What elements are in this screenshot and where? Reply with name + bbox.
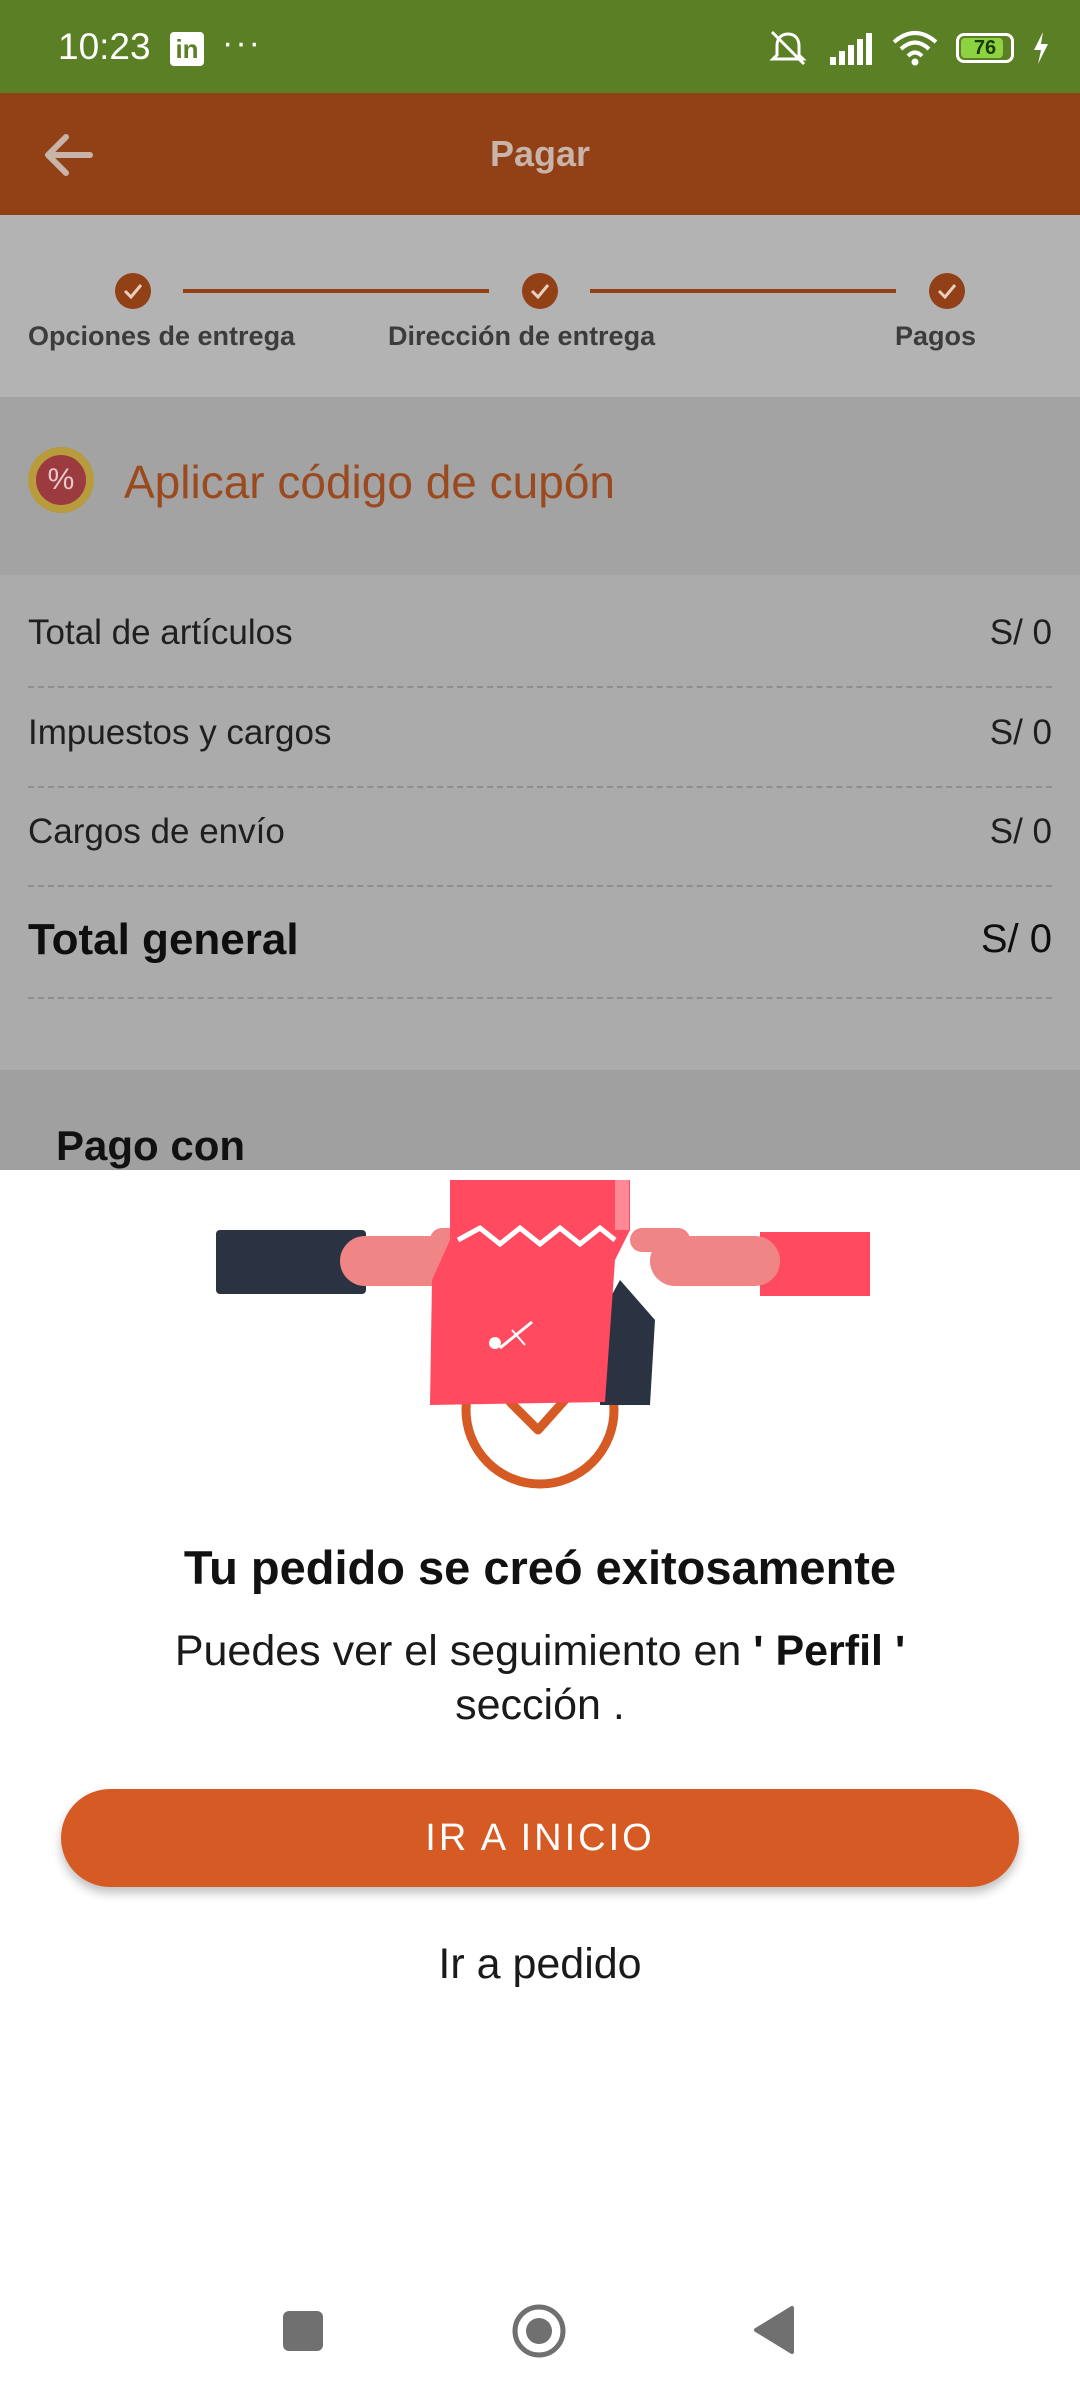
step-label-delivery-address: Dirección de entrega <box>388 321 656 351</box>
back-triangle-icon[interactable] <box>752 2304 796 2356</box>
summary-row: Cargos de envío S/ 0 <box>28 812 1052 887</box>
signal-icon <box>830 33 872 65</box>
stepper-connector <box>590 289 896 293</box>
percent-badge-icon: % <box>28 447 94 513</box>
success-title: Tu pedido se creó exitosamente <box>183 1541 897 1594</box>
recents-square-icon[interactable] <box>283 2311 323 2351</box>
app-bar: Pagar <box>0 93 1080 215</box>
step-check-icon <box>929 273 965 309</box>
apply-coupon-button[interactable]: % Aplicar código de cupón <box>0 397 1080 575</box>
message-text: Puedes ver el seguimiento en <box>174 1627 754 1675</box>
go-home-button[interactable]: IR A INICIO <box>61 1789 1019 1887</box>
grand-total-value: S/ 0 <box>980 917 1052 961</box>
status-time: 10:23 <box>58 26 151 67</box>
coupon-label: Aplicar código de cupón <box>124 456 615 508</box>
checkout-content: Opciones de entrega Dirección de entrega… <box>0 215 1080 1170</box>
summary-row: Impuestos y cargos S/ 0 <box>28 713 1052 788</box>
summary-label: Total de artículos <box>28 613 293 652</box>
summary-value: S/ 0 <box>989 613 1052 652</box>
checkout-stepper: Opciones de entrega Dirección de entrega… <box>0 215 1080 397</box>
step-label-delivery-options: Opciones de entrega <box>28 321 296 351</box>
summary-value: S/ 0 <box>989 812 1052 851</box>
charging-bolt-icon <box>1034 32 1048 64</box>
summary-value: S/ 0 <box>989 713 1052 752</box>
mute-bell-icon <box>769 30 807 66</box>
profile-highlight: ' Perfil ' <box>753 1627 906 1675</box>
grand-total-row: Total general S/ 0 <box>28 915 1052 999</box>
summary-label: Cargos de envío <box>28 812 285 851</box>
status-bar: 10:23 in ··· 76 <box>0 0 1080 93</box>
more-notifications-icon: ··· <box>222 24 262 62</box>
success-message: Puedes ver el seguimiento en ' Perfil ' … <box>100 1624 980 1732</box>
status-icons: 76 <box>766 28 1050 68</box>
summary-row: Total de artículos S/ 0 <box>28 613 1052 688</box>
battery-level: 76 <box>973 37 997 59</box>
summary-label: Impuestos y cargos <box>28 713 332 752</box>
stepper-connector <box>183 289 489 293</box>
grand-total-label: Total general <box>28 915 299 964</box>
message-suffix: sección . <box>455 1681 625 1729</box>
step-check-icon <box>522 273 558 309</box>
home-circle-icon[interactable] <box>511 2303 567 2359</box>
go-to-order-button[interactable]: Ir a pedido <box>340 1940 740 2000</box>
step-label-payments: Pagos <box>895 321 977 351</box>
order-handoff-illustration <box>216 1180 870 1489</box>
wifi-icon <box>892 31 938 66</box>
linkedin-icon: in <box>170 32 204 66</box>
step-check-icon <box>115 273 151 309</box>
page-title: Pagar <box>489 133 591 174</box>
battery-icon: 76 <box>956 33 1014 63</box>
